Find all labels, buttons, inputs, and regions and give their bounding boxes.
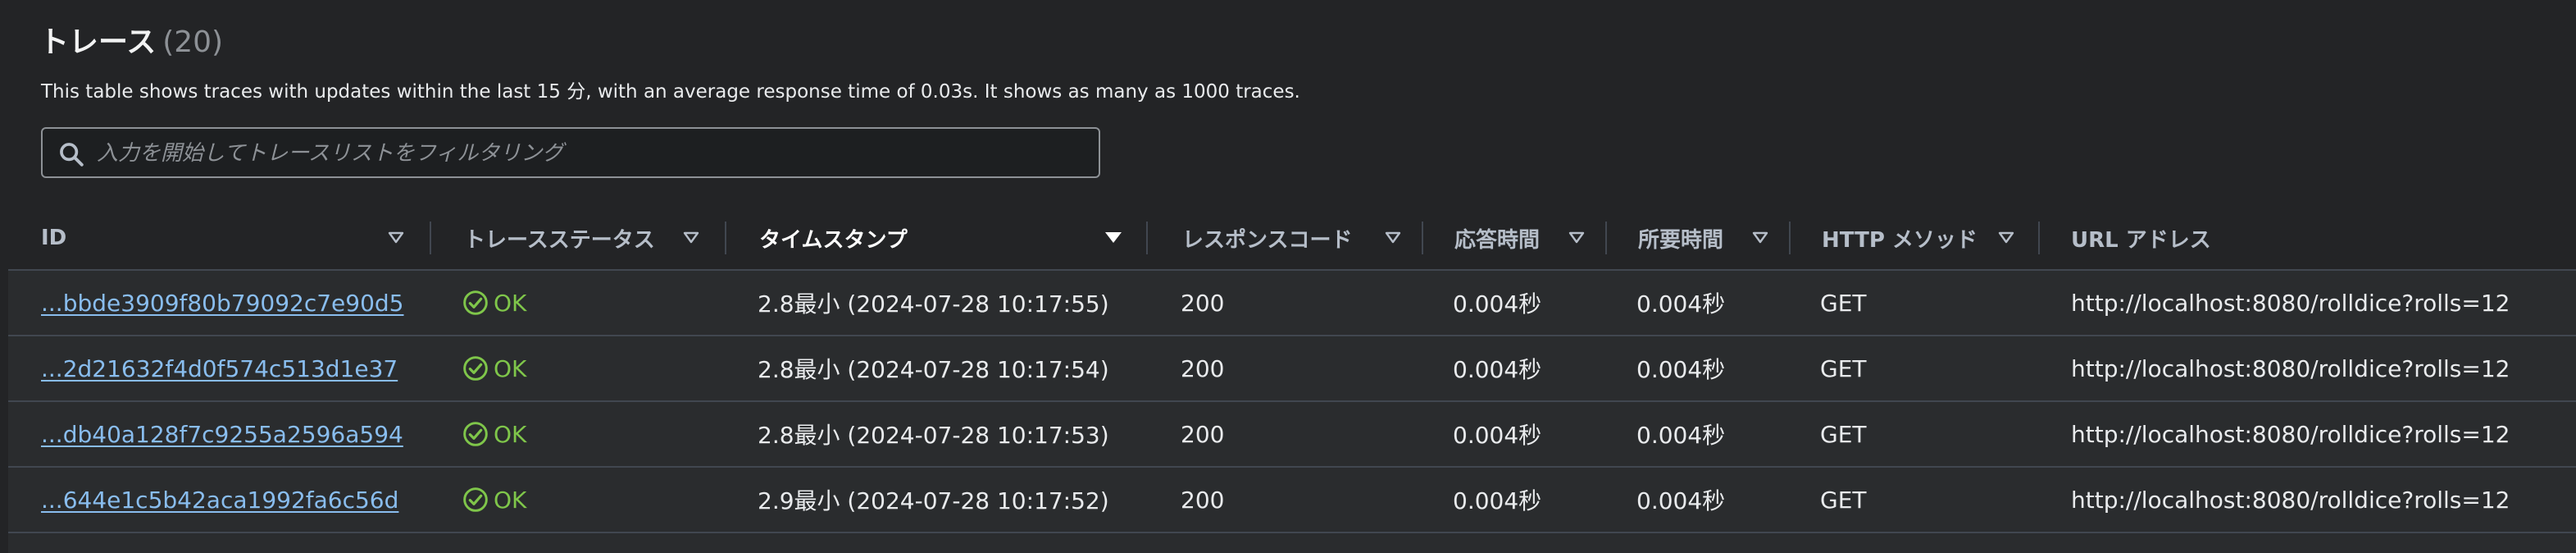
column-header-response-time[interactable]: 応答時間 bbox=[1454, 207, 1540, 269]
table-row: ...2d21632f4d0f574c513d1e37 OK 2.8最小 (20… bbox=[8, 336, 2576, 402]
status-text: OK bbox=[494, 486, 527, 514]
trace-id-link[interactable]: ...bbde3909f80b79092c7e90d5 bbox=[41, 290, 404, 317]
table-row: ...644e1c5b42aca1992fa6c56d OK 2.9最小 (20… bbox=[8, 468, 2576, 533]
trace-status-cell: OK bbox=[462, 468, 526, 532]
status-text: OK bbox=[494, 420, 527, 448]
caret-down-icon[interactable] bbox=[682, 229, 700, 250]
table-header: ID トレースステータス タイムスタンプ レスポンスコード 応答時間 所要時間 … bbox=[8, 207, 2576, 271]
column-divider[interactable] bbox=[725, 222, 726, 254]
trace-status-cell: OK bbox=[462, 336, 526, 400]
search-icon bbox=[60, 143, 84, 167]
column-label: レスポンスコード bbox=[1182, 227, 1353, 253]
column-label: トレースステータス bbox=[464, 227, 655, 253]
trace-id-link[interactable]: ...2d21632f4d0f574c513d1e37 bbox=[41, 355, 398, 382]
column-divider[interactable] bbox=[1146, 222, 1148, 254]
trace-id-cell: ...bbde3909f80b79092c7e90d5 bbox=[41, 271, 404, 335]
url-cell: http://localhost:8080/rolldice?rolls=12 bbox=[2071, 354, 2510, 382]
response-code-cell: 200 bbox=[1181, 354, 1225, 382]
column-label: ID bbox=[41, 226, 67, 250]
check-circle-icon bbox=[463, 487, 488, 512]
trace-status-cell: OK bbox=[462, 402, 526, 466]
caret-down-icon[interactable] bbox=[1997, 229, 2015, 250]
page-title: トレース (20) bbox=[39, 18, 223, 61]
duration-cell: 0.004秒 bbox=[1636, 356, 1726, 383]
trace-id-cell: ...db40a128f7c9255a2596a594 bbox=[41, 402, 403, 466]
check-circle-icon bbox=[463, 290, 488, 315]
response-code-cell: 200 bbox=[1181, 420, 1225, 448]
url-cell: http://localhost:8080/rolldice?rolls=12 bbox=[2071, 289, 2510, 317]
column-divider[interactable] bbox=[1605, 222, 1607, 254]
caret-down-icon[interactable] bbox=[1568, 229, 1586, 250]
column-label: タイムスタンプ bbox=[759, 227, 908, 253]
response-time-cell: 0.004秒 bbox=[1453, 356, 1542, 383]
column-header-response-code[interactable]: レスポンスコード bbox=[1182, 207, 1352, 269]
trace-id-link[interactable]: ...644e1c5b42aca1992fa6c56d bbox=[41, 487, 398, 514]
response-code-cell: 200 bbox=[1181, 486, 1225, 514]
traces-header: トレース (20) This table shows traces with up… bbox=[0, 0, 2576, 207]
caret-down-icon[interactable] bbox=[1751, 229, 1769, 250]
column-divider[interactable] bbox=[2038, 222, 2040, 254]
duration-cell: 0.004秒 bbox=[1636, 487, 1726, 514]
response-time-cell: 0.004秒 bbox=[1453, 422, 1542, 449]
column-header-url[interactable]: URL アドレス bbox=[2071, 207, 2211, 269]
table-row: ...bbde3909f80b79092c7e90d5 OK 2.8最小 (20… bbox=[8, 271, 2576, 336]
column-header-id[interactable]: ID bbox=[41, 207, 66, 269]
traces-table: ID トレースステータス タイムスタンプ レスポンスコード 応答時間 所要時間 … bbox=[8, 207, 2576, 553]
timestamp-cell: 2.8最小 (2024-07-28 10:17:55) bbox=[758, 290, 1109, 318]
column-header-duration[interactable]: 所要時間 bbox=[1638, 207, 1723, 269]
trace-count: (20) bbox=[162, 25, 224, 59]
column-divider[interactable] bbox=[430, 222, 431, 254]
url-cell: http://localhost:8080/rolldice?rolls=12 bbox=[2071, 486, 2510, 514]
column-header-timestamp[interactable]: タイムスタンプ bbox=[759, 207, 908, 269]
response-time-cell: 0.004秒 bbox=[1453, 290, 1542, 318]
column-header-http-method[interactable]: HTTP メソッド bbox=[1822, 207, 1978, 269]
traces-panel: トレース (20) This table shows traces with up… bbox=[0, 0, 2576, 553]
table-row: ...db40a128f7c9255a2596a594 OK 2.8最小 (20… bbox=[8, 402, 2576, 468]
trace-id-cell: ...644e1c5b42aca1992fa6c56d bbox=[41, 468, 398, 532]
caret-down-icon[interactable] bbox=[387, 229, 405, 250]
http-method-cell: GET bbox=[1820, 486, 1867, 514]
column-header-trace-status[interactable]: トレースステータス bbox=[464, 207, 655, 269]
title-text: トレース bbox=[39, 25, 157, 59]
trace-filter-input[interactable] bbox=[95, 129, 1082, 178]
duration-cell: 0.004秒 bbox=[1636, 290, 1726, 318]
url-cell: http://localhost:8080/rolldice?rolls=12 bbox=[2071, 420, 2510, 448]
column-label: 所要時間 bbox=[1638, 227, 1724, 253]
http-method-cell: GET bbox=[1820, 289, 1867, 317]
trace-id-link[interactable]: ...db40a128f7c9255a2596a594 bbox=[41, 421, 403, 448]
column-label: URL アドレス bbox=[2071, 227, 2211, 253]
http-method-cell: GET bbox=[1820, 420, 1867, 448]
response-time-cell: 0.004秒 bbox=[1453, 487, 1542, 514]
duration-cell: 0.004秒 bbox=[1636, 422, 1726, 449]
timestamp-cell: 2.8最小 (2024-07-28 10:17:54) bbox=[758, 356, 1109, 383]
column-label: HTTP メソッド bbox=[1822, 227, 1978, 253]
trace-filter-box[interactable] bbox=[41, 127, 1100, 178]
trace-id-cell: ...2d21632f4d0f574c513d1e37 bbox=[41, 336, 398, 400]
check-circle-icon bbox=[463, 356, 488, 381]
timestamp-cell: 2.8最小 (2024-07-28 10:17:53) bbox=[758, 422, 1109, 449]
http-method-cell: GET bbox=[1820, 354, 1867, 382]
status-text: OK bbox=[494, 354, 527, 382]
check-circle-icon bbox=[463, 422, 488, 446]
trace-status-cell: OK bbox=[462, 271, 526, 335]
column-divider[interactable] bbox=[1789, 222, 1791, 254]
column-divider[interactable] bbox=[1422, 222, 1423, 254]
table-description: This table shows traces with updates wit… bbox=[41, 81, 1300, 103]
response-code-cell: 200 bbox=[1181, 289, 1225, 317]
column-label: 応答時間 bbox=[1454, 227, 1541, 253]
caret-down-filled-icon[interactable] bbox=[1104, 229, 1123, 250]
caret-down-icon[interactable] bbox=[1384, 229, 1402, 250]
timestamp-cell: 2.9最小 (2024-07-28 10:17:52) bbox=[758, 487, 1109, 514]
status-text: OK bbox=[494, 289, 527, 317]
